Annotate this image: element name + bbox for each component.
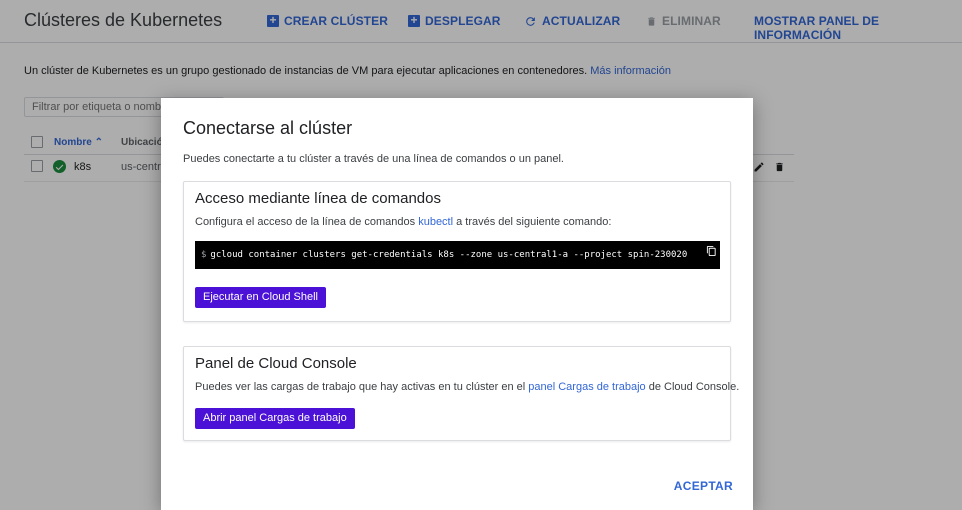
shell-prompt: $ <box>201 250 207 260</box>
cli-text-after: a través del siguiente comando: <box>456 216 612 228</box>
accept-button[interactable]: ACEPTAR <box>674 479 733 493</box>
cli-text-before: Configura el acceso de la línea de coman… <box>195 216 416 228</box>
dialog-title: Conectarse al clúster <box>183 118 353 138</box>
workloads-panel-link[interactable]: panel Cargas de trabajo <box>528 381 645 393</box>
console-card-text: Puedes ver las cargas de trabajo que hay… <box>195 381 739 393</box>
connect-cluster-dialog: Conectarse al clúster Puedes conectarte … <box>161 98 753 510</box>
copy-icon[interactable] <box>706 245 717 257</box>
open-workloads-button[interactable]: Abrir panel Cargas de trabajo <box>195 408 355 429</box>
cloud-console-card: Panel de Cloud Console Puedes ver las ca… <box>183 346 739 441</box>
kubectl-link[interactable]: kubectl <box>418 216 453 228</box>
cli-card-title: Acceso mediante línea de comandos <box>195 190 441 207</box>
command-box[interactable]: $ gcloud container clusters get-credentia… <box>195 241 720 269</box>
console-card-title: Panel de Cloud Console <box>195 355 357 372</box>
gcloud-command[interactable]: gcloud container clusters get-credential… <box>210 250 687 260</box>
run-in-cloud-shell-button[interactable]: Ejecutar en Cloud Shell <box>195 287 326 308</box>
cli-card-text: Configura el acceso de la línea de coman… <box>195 216 611 228</box>
dialog-subtitle: Puedes conectarte a tu clúster a través … <box>183 153 564 165</box>
cli-access-card: Acceso mediante línea de comandos Config… <box>183 181 731 322</box>
console-text-after: de Cloud Console. <box>648 381 740 393</box>
console-text-before: Puedes ver las cargas de trabajo que hay… <box>195 381 526 393</box>
